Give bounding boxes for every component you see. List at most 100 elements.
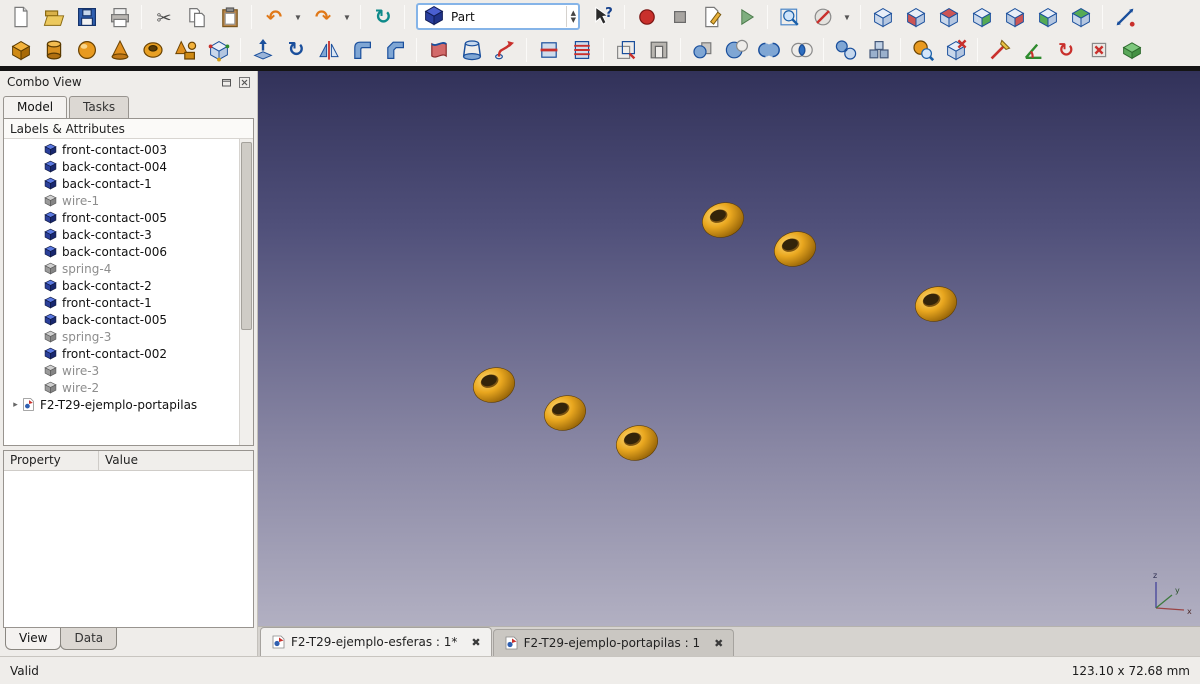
torus-object[interactable] (539, 389, 591, 437)
part-fillet-button[interactable] (345, 35, 378, 65)
tree-item[interactable]: back-contact-3 (4, 226, 253, 243)
torus-object[interactable] (468, 361, 520, 409)
property-column-header[interactable]: Property (4, 451, 99, 470)
torus-object[interactable] (769, 225, 821, 273)
view-isometric-button[interactable] (866, 2, 899, 32)
part-torus-button[interactable] (136, 35, 169, 65)
cut-button[interactable]: ✂ (147, 2, 180, 32)
part-defeaturing-button[interactable] (939, 35, 972, 65)
document-tab-esferas[interactable]: F2-T29-ejemplo-esferas : 1* ✖ (260, 627, 492, 656)
view-right-button[interactable] (965, 2, 998, 32)
part-mirror-button[interactable] (312, 35, 345, 65)
part-common-button[interactable] (785, 35, 818, 65)
measure-angular-button[interactable] (1016, 35, 1049, 65)
part-extrude-button[interactable] (246, 35, 279, 65)
tree-scrollbar-thumb[interactable] (241, 142, 252, 330)
view-left-button[interactable] (1064, 2, 1097, 32)
close-panel-icon[interactable] (237, 75, 252, 89)
tree-item[interactable]: back-contact-006 (4, 243, 253, 260)
float-panel-icon[interactable] (219, 75, 234, 89)
part-shapebuilder-button[interactable] (202, 35, 235, 65)
torus-object[interactable] (611, 419, 663, 467)
tab-model[interactable]: Model (3, 96, 68, 118)
view-top-button[interactable] (932, 2, 965, 32)
part-loft-button[interactable] (455, 35, 488, 65)
tree-item[interactable]: front-contact-002 (4, 345, 253, 362)
tree-item[interactable]: spring-3 (4, 328, 253, 345)
tree-item[interactable]: back-contact-005 (4, 311, 253, 328)
print-button[interactable] (103, 2, 136, 32)
expand-arrow-icon[interactable]: ▸ (9, 400, 22, 410)
part-thickness-button[interactable] (642, 35, 675, 65)
part-offset-button[interactable] (609, 35, 642, 65)
part-compound-button[interactable] (862, 35, 895, 65)
view-bottom-button[interactable] (1031, 2, 1064, 32)
view-rear-button[interactable] (998, 2, 1031, 32)
tree-item[interactable]: wire-2 (4, 379, 253, 396)
measure-toggle-3d-button[interactable] (1115, 35, 1148, 65)
redo-button[interactable]: ↷ (306, 2, 339, 32)
part-cone-button[interactable] (103, 35, 136, 65)
workbench-selector[interactable]: Part ▲ ▼ (416, 3, 580, 30)
copy-button[interactable] (180, 2, 213, 32)
macro-stop-button[interactable] (663, 2, 696, 32)
tree-item[interactable]: ▸ F2-T29-ejemplo-portapilas (4, 396, 253, 413)
part-join-features-button[interactable] (829, 35, 862, 65)
document-tab-portapilas[interactable]: F2-T29-ejemplo-portapilas : 1 ✖ (492, 629, 735, 656)
part-section-button[interactable] (532, 35, 565, 65)
part-cylinder-button[interactable] (37, 35, 70, 65)
value-column-header[interactable]: Value (99, 451, 253, 470)
tree-item[interactable]: front-contact-003 (4, 141, 253, 158)
paste-button[interactable] (213, 2, 246, 32)
macro-record-button[interactable] (630, 2, 663, 32)
measure-linear-button[interactable] (983, 35, 1016, 65)
tab-tasks[interactable]: Tasks (69, 96, 130, 118)
fit-all-button[interactable] (773, 2, 806, 32)
part-cut-button[interactable] (719, 35, 752, 65)
tree-item[interactable]: back-contact-004 (4, 158, 253, 175)
part-sweep-button[interactable] (488, 35, 521, 65)
undo-button[interactable]: ↶ (257, 2, 290, 32)
macro-edit-button[interactable] (696, 2, 729, 32)
redo-history-button[interactable]: ▼ (339, 2, 355, 32)
measure-distance-button[interactable] (1108, 2, 1141, 32)
draw-style-dropdown-button[interactable]: ▼ (839, 2, 855, 32)
refresh-button[interactable]: ↻ (366, 2, 399, 32)
view-front-button[interactable] (899, 2, 932, 32)
whats-this-button[interactable]: ? (586, 2, 619, 32)
part-revolve-button[interactable]: ↻ (279, 35, 312, 65)
part-sphere-button[interactable] (70, 35, 103, 65)
part-chamfer-button[interactable] (378, 35, 411, 65)
torus-object[interactable] (910, 280, 962, 328)
combo-view-titlebar[interactable]: Combo View (0, 71, 257, 93)
tree-item[interactable]: back-contact-1 (4, 175, 253, 192)
tab-data[interactable]: Data (60, 628, 118, 650)
new-document-button[interactable] (4, 2, 37, 32)
draw-style-button[interactable] (806, 2, 839, 32)
measure-refresh-button[interactable]: ↻ (1049, 35, 1082, 65)
tree-item[interactable]: spring-4 (4, 260, 253, 277)
macro-execute-button[interactable] (729, 2, 762, 32)
save-document-button[interactable] (70, 2, 103, 32)
close-tab-icon[interactable]: ✖ (471, 636, 480, 649)
part-box-button[interactable] (4, 35, 37, 65)
tree-item[interactable]: wire-3 (4, 362, 253, 379)
tab-view[interactable]: View (5, 628, 62, 650)
part-check-geometry-button[interactable] (906, 35, 939, 65)
close-tab-icon[interactable]: ✖ (714, 637, 723, 650)
part-fuse-button[interactable] (752, 35, 785, 65)
open-document-button[interactable] (37, 2, 70, 32)
tree-item[interactable]: wire-1 (4, 192, 253, 209)
part-primitives-button[interactable] (169, 35, 202, 65)
undo-history-button[interactable]: ▼ (290, 2, 306, 32)
tree-item[interactable]: back-contact-2 (4, 277, 253, 294)
part-boolean-button[interactable] (686, 35, 719, 65)
part-ruledsurface-button[interactable] (422, 35, 455, 65)
tree-item[interactable]: front-contact-005 (4, 209, 253, 226)
tree-scrollbar[interactable] (239, 139, 253, 445)
tree-item[interactable]: front-contact-1 (4, 294, 253, 311)
torus-object[interactable] (697, 196, 749, 244)
3d-viewport[interactable]: z x y (258, 71, 1200, 626)
measure-clear-all-button[interactable] (1082, 35, 1115, 65)
part-cross-sections-button[interactable] (565, 35, 598, 65)
